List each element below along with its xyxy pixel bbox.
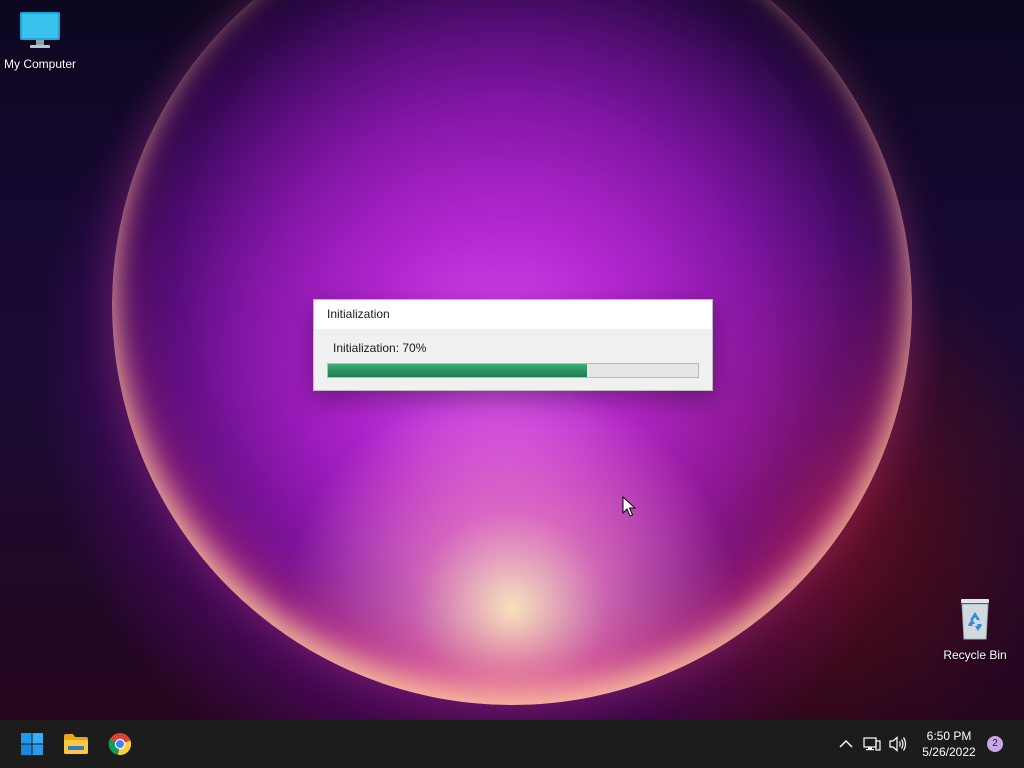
notification-badge[interactable]: 2 (987, 736, 1003, 752)
progress-status-text: Initialization: 70% (333, 341, 427, 355)
windows-logo-icon (21, 733, 43, 755)
desktop-icon-label: My Computer (3, 57, 77, 71)
desktop-icon-my-computer[interactable]: My Computer (0, 10, 80, 71)
taskbar: 6:50 PM 5/26/2022 2 (0, 720, 1024, 768)
progress-bar (327, 363, 699, 378)
file-explorer-button[interactable] (60, 728, 92, 760)
volume-button[interactable] (888, 734, 908, 754)
chevron-up-icon (839, 740, 853, 748)
volume-icon (889, 736, 907, 752)
network-button[interactable] (862, 734, 882, 754)
clock[interactable]: 6:50 PM 5/26/2022 (917, 728, 981, 760)
desktop-icon-recycle-bin[interactable]: Recycle Bin (935, 597, 1015, 662)
clock-time: 6:50 PM (926, 729, 972, 743)
desktop: My Computer Recycle Bin Initialization I… (0, 0, 1024, 720)
chrome-icon (108, 733, 132, 755)
clock-date: 5/26/2022 (922, 745, 976, 759)
dialog-title[interactable]: Initialization (314, 300, 712, 329)
recycle-bin-icon (935, 597, 1015, 644)
start-button[interactable] (16, 728, 48, 760)
mouse-cursor-icon (622, 496, 636, 517)
show-hidden-icons-button[interactable] (836, 734, 856, 754)
chrome-button[interactable] (104, 728, 136, 760)
desktop-icon-label: Recycle Bin (943, 648, 1007, 662)
monitor-icon (0, 10, 80, 53)
initialization-dialog: Initialization Initialization: 70% (313, 299, 713, 391)
folder-icon (64, 734, 88, 754)
progress-bar-fill (328, 364, 587, 377)
network-icon (863, 737, 881, 751)
